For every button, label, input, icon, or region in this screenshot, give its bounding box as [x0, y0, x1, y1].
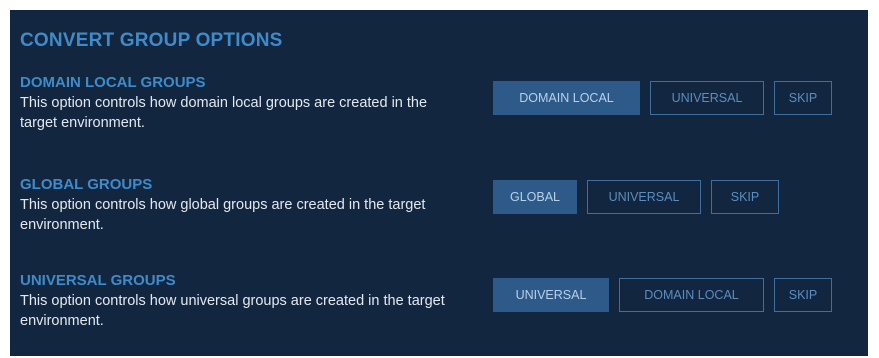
domain-local-option-button[interactable]: DOMAIN LOCAL	[619, 278, 764, 312]
section-description: This option controls how domain local gr…	[20, 95, 428, 131]
universal-groups-section: UNIVERSAL GROUPS This option controls ho…	[20, 272, 860, 331]
domain-local-groups-section: DOMAIN LOCAL GROUPS This option controls…	[20, 74, 860, 133]
universal-option-button[interactable]: UNIVERSAL	[650, 81, 764, 115]
skip-option-button[interactable]: SKIP	[774, 278, 832, 312]
universal-groups-options: UNIVERSAL DOMAIN LOCAL SKIP	[493, 278, 832, 312]
section-description: This option controls how global groups a…	[20, 197, 426, 233]
section-description: This option controls how universal group…	[20, 293, 445, 329]
skip-option-button[interactable]: SKIP	[774, 81, 832, 115]
convert-group-options-panel: CONVERT GROUP OPTIONS DOMAIN LOCAL GROUP…	[10, 10, 868, 356]
panel-title: CONVERT GROUP OPTIONS	[20, 30, 283, 51]
universal-option-button[interactable]: UNIVERSAL	[493, 278, 609, 312]
domain-local-option-button[interactable]: DOMAIN LOCAL	[493, 81, 640, 115]
skip-option-button[interactable]: SKIP	[711, 180, 779, 214]
domain-local-groups-options: DOMAIN LOCAL UNIVERSAL SKIP	[493, 81, 832, 115]
global-groups-options: GLOBAL UNIVERSAL SKIP	[493, 180, 779, 214]
universal-option-button[interactable]: UNIVERSAL	[587, 180, 701, 214]
global-groups-section: GLOBAL GROUPS This option controls how g…	[20, 176, 860, 235]
global-option-button[interactable]: GLOBAL	[493, 180, 577, 214]
